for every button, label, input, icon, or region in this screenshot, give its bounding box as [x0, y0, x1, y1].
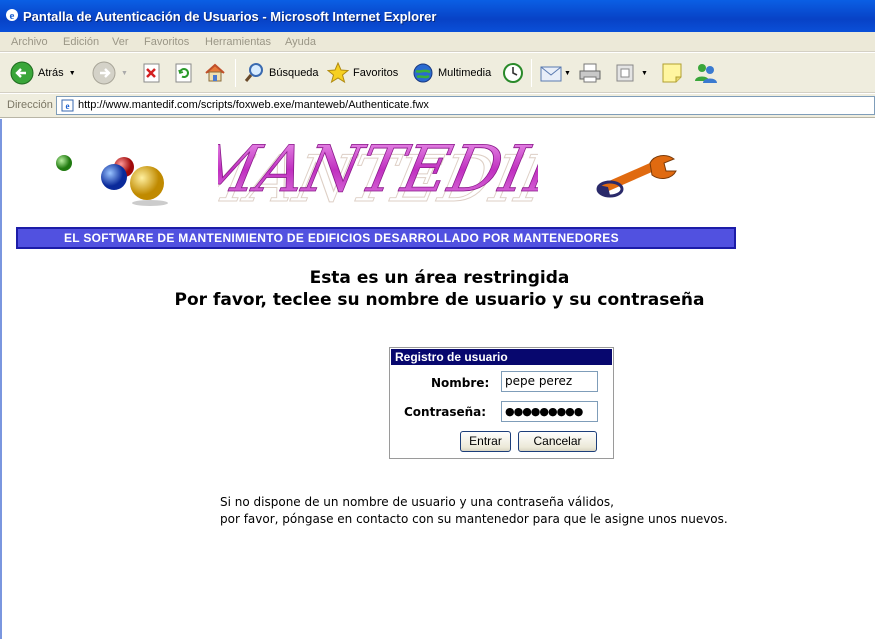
wrench-graphic	[596, 155, 677, 198]
restricted-heading: Esta es un área restringida	[309, 268, 570, 288]
mail-button[interactable]: ▼	[539, 59, 571, 87]
forward-button[interactable]: ▼	[92, 59, 128, 87]
back-label: Atrás	[38, 67, 64, 79]
toolbar-separator	[531, 59, 532, 87]
address-input[interactable]: e http://www.mantedif.com/scripts/foxweb…	[56, 96, 875, 115]
menu-bar: Archivo Edición Ver Favoritos Herramient…	[0, 32, 875, 52]
history-button[interactable]	[501, 59, 525, 87]
discuss-button[interactable]	[660, 59, 684, 87]
search-button[interactable]: Búsqueda	[243, 59, 319, 87]
mantedif-logo: MANTEDIF MANTEDIF	[218, 133, 538, 211]
print-button[interactable]	[578, 59, 602, 87]
help-note-line1: Si no dispone de un nombre de usuario y …	[220, 495, 614, 509]
mail-icon	[540, 66, 562, 82]
back-button[interactable]: Atrás ▼	[10, 59, 76, 87]
toolbar: Atrás ▼ ▼ Búsqueda Favoritos Multimedia …	[0, 53, 875, 93]
svg-text:e: e	[10, 10, 15, 22]
address-label: Dirección	[7, 99, 53, 111]
address-url: http://www.mantedif.com/scripts/foxweb.e…	[78, 99, 429, 111]
favorites-button[interactable]: Favoritos	[327, 59, 398, 87]
login-form-title: Registro de usuario	[395, 350, 508, 364]
menu-edicion[interactable]: Edición	[63, 36, 99, 48]
multimedia-label: Multimedia	[438, 67, 492, 79]
favorites-label: Favoritos	[353, 67, 399, 79]
page-icon: e	[61, 99, 74, 112]
menu-favoritos[interactable]: Favoritos	[144, 36, 189, 48]
search-icon	[244, 63, 263, 82]
stop-button[interactable]	[141, 59, 163, 87]
cancel-button[interactable]: Cancelar	[518, 431, 597, 452]
history-icon	[503, 63, 523, 83]
page-content: MANTEDIF MANTEDIF EL SOFTWARE DE MANTENI…	[0, 119, 875, 639]
svg-text:e: e	[66, 101, 70, 111]
home-button[interactable]	[203, 59, 227, 87]
slogan-banner: EL SOFTWARE DE MANTENIMIENTO DE EDIFICIO…	[16, 227, 736, 249]
messenger-button[interactable]	[693, 59, 719, 87]
login-button[interactable]: Entrar	[460, 431, 511, 452]
note-icon	[662, 63, 682, 83]
browser-window: e Pantalla de Autenticación de Usuarios …	[0, 0, 875, 639]
internet-explorer-icon: e	[6, 9, 18, 22]
instruction-heading: Por favor, teclee su nombre de usuario y…	[174, 290, 705, 310]
svg-text:MANTEDIF: MANTEDIF	[218, 133, 538, 207]
edit-dropdown-icon[interactable]: ▼	[641, 70, 648, 77]
refresh-button[interactable]	[173, 59, 195, 87]
mail-dropdown-icon[interactable]: ▼	[564, 70, 571, 77]
multimedia-button[interactable]: Multimedia	[412, 59, 491, 87]
password-label: Contraseña:	[404, 405, 487, 419]
search-label: Búsqueda	[269, 67, 319, 79]
edit-button[interactable]: ▼	[614, 59, 648, 87]
edit-page-icon	[616, 64, 634, 82]
toolbar-separator	[235, 59, 236, 87]
title-bar: e Pantalla de Autenticación de Usuarios …	[0, 0, 875, 32]
window-title: Pantalla de Autenticación de Usuarios - …	[23, 9, 437, 24]
messenger-icon	[695, 64, 717, 83]
printer-icon	[579, 63, 601, 83]
spheres-graphic	[56, 155, 168, 206]
forward-dropdown-icon[interactable]: ▼	[121, 70, 128, 77]
back-dropdown-icon[interactable]: ▼	[69, 70, 76, 77]
address-bar: Dirección e http://www.mantedif.com/scri…	[0, 94, 875, 118]
menu-ayuda[interactable]: Ayuda	[285, 36, 316, 48]
username-input[interactable]: pepe perez	[501, 371, 598, 392]
stop-icon	[143, 63, 160, 83]
media-globe-icon	[413, 63, 433, 83]
login-form-header: Registro de usuario	[391, 349, 612, 365]
back-arrow-icon	[10, 61, 34, 85]
login-form: Registro de usuario Nombre: pepe perez C…	[389, 347, 614, 459]
refresh-icon	[175, 63, 192, 83]
menu-ver[interactable]: Ver	[112, 36, 129, 48]
menu-herramientas[interactable]: Herramientas	[205, 36, 271, 48]
menu-archivo[interactable]: Archivo	[11, 36, 48, 48]
banner-text: EL SOFTWARE DE MANTENIMIENTO DE EDIFICIO…	[64, 231, 619, 245]
forward-arrow-icon	[92, 61, 116, 85]
name-label: Nombre:	[431, 376, 490, 390]
password-input[interactable]: ●●●●●●●●●	[501, 401, 598, 422]
help-note-line2: por favor, póngase en contacto con su ma…	[220, 512, 728, 526]
home-icon	[205, 63, 225, 82]
star-icon	[327, 62, 349, 84]
